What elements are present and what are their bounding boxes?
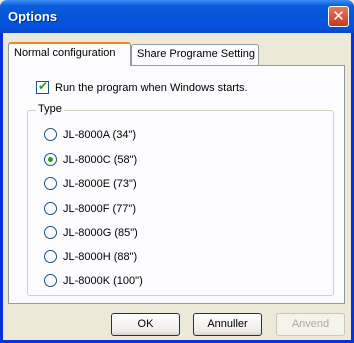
radio-button[interactable] [44, 274, 57, 287]
type-group-legend: Type [36, 103, 64, 115]
radio-button[interactable] [44, 202, 57, 215]
radio-button[interactable] [44, 177, 57, 190]
radio-button-selected[interactable] [44, 153, 57, 166]
radio-jl-8000c[interactable]: JL-8000C (58") [44, 153, 137, 166]
radio-jl-8000e[interactable]: JL-8000E (73") [44, 177, 137, 190]
tab-share-programe-setting[interactable]: Share Programe Setting [131, 44, 259, 65]
radio-label: JL-8000K (100") [63, 274, 143, 287]
startup-label: Run the program when Windows starts. [55, 81, 248, 94]
title-bar[interactable]: Options ✕ [0, 0, 354, 33]
radio-button[interactable] [44, 250, 57, 263]
radio-label: JL-8000F (77") [63, 202, 136, 215]
window-frame-left [0, 33, 3, 343]
ok-button[interactable]: OK [111, 313, 180, 336]
close-icon[interactable]: ✕ [328, 6, 349, 27]
radio-label: JL-8000H (88") [63, 250, 138, 263]
check-icon: ✔ [38, 79, 49, 93]
cancel-button[interactable]: Annuller [193, 313, 262, 336]
radio-jl-8000f[interactable]: JL-8000F (77") [44, 202, 136, 215]
radio-label: JL-8000C (58") [63, 153, 138, 166]
radio-jl-8000g[interactable]: JL-8000G (85") [44, 226, 138, 239]
radio-dot-icon [48, 157, 53, 162]
startup-checkbox-row[interactable]: ✔ Run the program when Windows starts. [36, 79, 248, 94]
radio-jl-8000h[interactable]: JL-8000H (88") [44, 250, 137, 263]
radio-label: JL-8000A (34") [63, 128, 137, 141]
apply-button[interactable]: Anvend [276, 313, 345, 336]
radio-jl-8000a[interactable]: JL-8000A (34") [44, 128, 136, 141]
startup-checkbox[interactable]: ✔ [36, 79, 49, 94]
radio-label: JL-8000G (85") [63, 226, 138, 239]
radio-jl-8000k[interactable]: JL-8000K (100") [44, 274, 143, 287]
radio-button[interactable] [44, 128, 57, 141]
radio-label: JL-8000E (73") [63, 177, 137, 190]
tab-normal-configuration[interactable]: Normal configuration [8, 42, 131, 66]
window-title: Options [8, 9, 58, 24]
radio-button[interactable] [44, 226, 57, 239]
